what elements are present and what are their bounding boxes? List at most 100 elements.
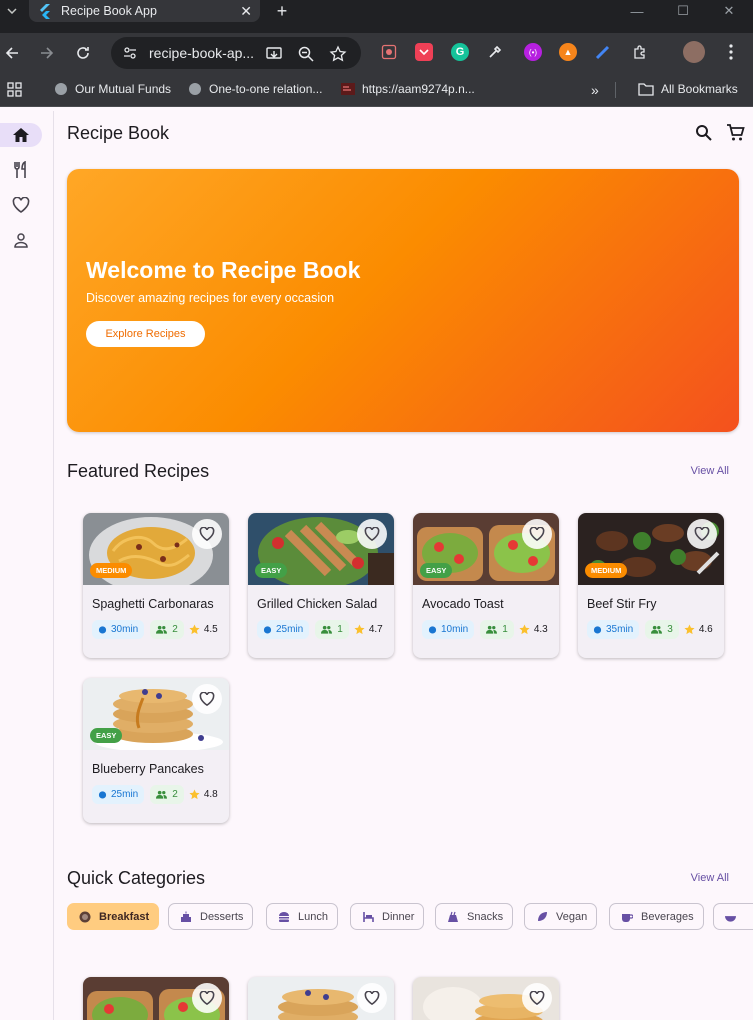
install-app-icon[interactable] xyxy=(265,45,283,63)
address-bar[interactable]: recipe-book-ap... xyxy=(111,37,361,69)
maximize-icon[interactable]: ☐ xyxy=(668,0,698,22)
heart-outline-icon xyxy=(12,197,30,213)
fork-knife-icon xyxy=(14,161,26,178)
snack-icon xyxy=(448,911,458,922)
forward-icon[interactable] xyxy=(35,41,59,65)
category-chip-partial[interactable] xyxy=(713,903,753,930)
category-chip-breakfast[interactable]: Breakfast xyxy=(67,903,160,930)
category-chip-beverages[interactable]: Beverages xyxy=(609,903,704,930)
bookmark-star-icon[interactable] xyxy=(329,45,347,63)
navigation-rail xyxy=(0,111,54,1020)
category-chip-vegan[interactable]: Vegan xyxy=(524,903,598,930)
recipe-card[interactable]: EASY Blueberry Pancakes 25min 2 4.8 xyxy=(83,678,229,823)
categories-view-all-link[interactable]: View All xyxy=(691,872,729,884)
star-icon xyxy=(189,624,200,635)
timer-icon xyxy=(263,626,272,634)
browser-tab[interactable]: Recipe Book App ✕ xyxy=(29,0,260,22)
cup-icon xyxy=(622,913,633,922)
back-icon[interactable] xyxy=(0,41,24,65)
cart-icon[interactable] xyxy=(726,124,746,144)
metamask-icon[interactable]: ▲ xyxy=(559,43,577,61)
time-chip: 25min xyxy=(92,785,145,804)
favorite-icon[interactable] xyxy=(357,519,387,549)
apps-grid-icon[interactable] xyxy=(7,82,22,97)
nav-recipes[interactable] xyxy=(0,158,42,182)
servings-chip: 2 xyxy=(150,785,184,804)
featured-recipes-title: Featured Recipes xyxy=(67,461,210,481)
search-icon[interactable] xyxy=(695,124,715,144)
nav-favorites[interactable] xyxy=(0,193,42,217)
all-bookmarks-button[interactable]: All Bookmarks xyxy=(638,82,738,96)
explore-recipes-button[interactable]: Explore Recipes xyxy=(86,321,205,347)
favorite-icon[interactable] xyxy=(687,519,717,549)
window-close-icon[interactable]: ✕ xyxy=(714,0,744,22)
rating: 4.6 xyxy=(684,624,713,635)
recipe-name: Grilled Chicken Salad xyxy=(257,597,378,611)
recipe-card[interactable] xyxy=(248,977,394,1020)
category-chip-lunch[interactable]: Lunch xyxy=(266,903,338,930)
featured-view-all-link[interactable]: View All xyxy=(691,465,729,477)
time-chip: 35min xyxy=(587,620,640,639)
bookmark-mutual-funds[interactable]: Our Mutual Funds xyxy=(54,82,171,96)
quick-categories-title: Quick Categories xyxy=(67,868,206,888)
favorite-icon[interactable] xyxy=(192,983,222,1013)
category-chip-snacks[interactable]: Snacks xyxy=(435,903,514,930)
minimize-icon[interactable]: — xyxy=(622,0,652,22)
extensions-puzzle-icon[interactable] xyxy=(631,43,649,61)
profile-avatar[interactable] xyxy=(683,41,705,63)
url-text: recipe-book-ap... xyxy=(149,45,255,61)
nav-home[interactable] xyxy=(0,123,42,147)
extension-purple-icon[interactable]: (•) xyxy=(524,43,542,61)
nav-profile[interactable] xyxy=(0,228,42,252)
person-icon xyxy=(14,233,28,248)
bookmark-aam9274p[interactable]: https://aam9274p.n... xyxy=(341,82,475,96)
rating: 4.3 xyxy=(519,624,548,635)
globe-icon xyxy=(189,83,201,95)
people-icon xyxy=(156,625,168,634)
tab-close-icon[interactable]: ✕ xyxy=(240,3,252,20)
people-icon xyxy=(486,625,498,634)
grammarly-icon[interactable]: G xyxy=(451,43,469,61)
recipe-card[interactable] xyxy=(83,977,229,1020)
color-picker-icon[interactable] xyxy=(486,43,504,61)
site-info-icon[interactable] xyxy=(123,46,137,60)
recipe-card[interactable]: EASY Grilled Chicken Salad 25min 1 4.7 xyxy=(248,513,394,658)
more-bookmarks-icon[interactable]: » xyxy=(591,82,599,98)
zoom-icon[interactable] xyxy=(297,45,315,63)
favorite-icon[interactable] xyxy=(357,983,387,1013)
favorite-icon[interactable] xyxy=(192,684,222,714)
globe-icon xyxy=(55,83,67,95)
screen-record-icon[interactable] xyxy=(380,43,398,61)
favorite-icon[interactable] xyxy=(522,983,552,1013)
tab-title: Recipe Book App xyxy=(61,4,157,18)
recipe-meta: 30min 2 4.5 xyxy=(92,620,218,639)
leaf-icon xyxy=(538,911,547,921)
star-icon xyxy=(519,624,530,635)
people-icon xyxy=(651,625,663,634)
recipe-card[interactable]: MEDIUM Spaghetti Carbonaras 30min 2 4.5 xyxy=(83,513,229,658)
reload-icon[interactable] xyxy=(71,41,95,65)
favorite-icon[interactable] xyxy=(192,519,222,549)
recipe-card[interactable]: EASY Avocado Toast 10min 1 4.3 xyxy=(413,513,559,658)
category-chip-desserts[interactable]: Desserts xyxy=(168,903,254,930)
tab-search-chevron-icon[interactable] xyxy=(0,0,24,22)
category-chip-dinner[interactable]: Dinner xyxy=(350,903,425,930)
recipe-name: Beef Stir Fry xyxy=(587,597,657,611)
favorite-icon[interactable] xyxy=(522,519,552,549)
folder-icon xyxy=(638,83,654,96)
browser-menu-icon[interactable] xyxy=(722,43,740,61)
recipe-name: Blueberry Pancakes xyxy=(92,762,204,776)
star-icon xyxy=(189,789,200,800)
recipe-card[interactable] xyxy=(413,977,559,1020)
bookmark-one-to-one[interactable]: One-to-one relation... xyxy=(188,82,322,96)
bookmarks-divider xyxy=(615,82,616,98)
extension-pen-icon[interactable] xyxy=(594,43,612,61)
time-chip: 25min xyxy=(257,620,310,639)
rating: 4.7 xyxy=(354,624,383,635)
new-tab-icon[interactable]: + xyxy=(272,0,292,22)
rating: 4.5 xyxy=(189,624,218,635)
pocket-icon[interactable] xyxy=(415,43,433,61)
breakfast-icon xyxy=(79,911,91,922)
people-icon xyxy=(321,625,333,634)
recipe-card[interactable]: MEDIUM Beef Stir Fry 35min 3 4.6 xyxy=(578,513,724,658)
